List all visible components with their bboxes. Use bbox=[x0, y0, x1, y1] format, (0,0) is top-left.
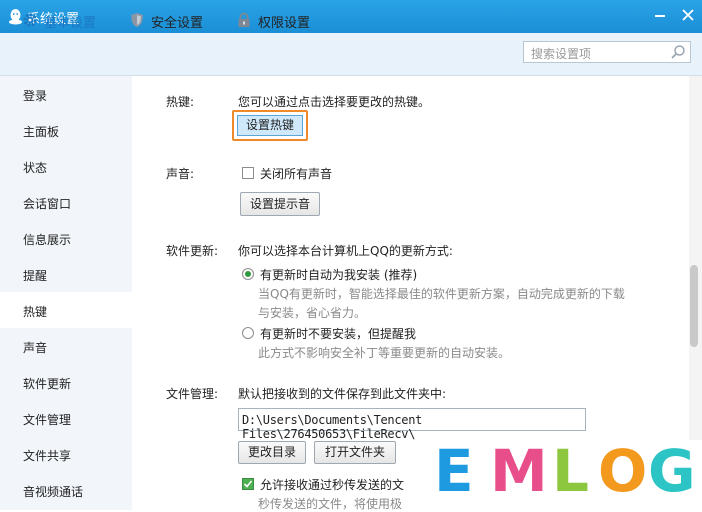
sidebar-item-main-panel[interactable]: 主面板 bbox=[0, 112, 132, 148]
search-placeholder: 搜索设置项 bbox=[531, 47, 592, 61]
sidebar-item-hotkey[interactable]: 热键 bbox=[0, 292, 132, 328]
sidebar-item-label: 热键 bbox=[23, 305, 48, 319]
qq-logo-icon bbox=[9, 9, 22, 25]
notify-only-label: 有更新时不要安装，但提醒我 bbox=[260, 327, 417, 341]
sidebar-item-sound[interactable]: 声音 bbox=[0, 328, 132, 364]
sidebar-item-label: 软件更新 bbox=[23, 377, 72, 391]
sidebar-item-chat-window[interactable]: 会话窗口 bbox=[0, 184, 132, 220]
hotkey-section-label: 热键: bbox=[166, 95, 195, 109]
emlog-watermark: E M L O G bbox=[410, 440, 702, 510]
hotkey-button-highlight: 设置热键 bbox=[232, 110, 308, 141]
search-icon[interactable] bbox=[670, 44, 686, 60]
file-management-description: 默认把接收到的文件保存到此文件夹中: bbox=[238, 387, 447, 401]
checkmark-icon bbox=[243, 480, 253, 488]
tab-label: 安全设置 bbox=[151, 16, 204, 31]
set-notification-sound-button[interactable]: 设置提示音 bbox=[240, 192, 320, 216]
minimize-icon[interactable] bbox=[652, 7, 668, 23]
auto-install-note-line1: 当QQ有更新时，智能选择最佳的软件更新方案，自动完成更新的下载 bbox=[258, 287, 625, 301]
sidebar-item-label: 音视频通话 bbox=[23, 485, 84, 499]
hotkey-description: 您可以通过点击选择要更改的热键。 bbox=[238, 95, 431, 109]
watermark-letter: G bbox=[648, 437, 696, 505]
scrollbar-thumb[interactable] bbox=[690, 265, 698, 347]
notify-only-note: 此方式不影响安全补丁等重要更新的自动安装。 bbox=[258, 346, 511, 360]
lock-icon bbox=[238, 12, 250, 27]
allow-fast-transfer-checkbox[interactable] bbox=[242, 478, 254, 490]
sidebar-item-status[interactable]: 状态 bbox=[0, 148, 132, 184]
sidebar-item-label: 会话窗口 bbox=[23, 197, 72, 211]
sidebar-item-reminder[interactable]: 提醒 bbox=[0, 256, 132, 292]
sidebar: 登录 主面板 状态 会话窗口 信息展示 提醒 热键 声音 软件更新 文件管理 文… bbox=[0, 76, 132, 510]
sidebar-item-login[interactable]: 登录 bbox=[0, 76, 132, 112]
receive-folder-path-field[interactable]: D:\Users\Documents\Tencent Files\2764506… bbox=[238, 408, 586, 441]
watermark-letter: L bbox=[552, 437, 589, 505]
sidebar-item-file-management[interactable]: 文件管理 bbox=[0, 400, 132, 436]
mute-all-label: 关闭所有声音 bbox=[260, 167, 333, 181]
sidebar-item-label: 文件共享 bbox=[23, 449, 72, 463]
auto-install-radio[interactable] bbox=[242, 268, 254, 280]
search-input[interactable]: 搜索设置项 bbox=[523, 41, 691, 63]
shield-icon bbox=[131, 13, 143, 27]
sidebar-item-label: 文件管理 bbox=[23, 413, 72, 427]
sidebar-item-label: 信息展示 bbox=[23, 233, 72, 247]
notify-only-radio[interactable] bbox=[242, 327, 254, 339]
tab-label: 权限设置 bbox=[258, 16, 311, 31]
watermark-letter: E bbox=[434, 437, 474, 505]
sidebar-item-info-display[interactable]: 信息展示 bbox=[0, 220, 132, 256]
fast-transfer-note: 秒传发送的文件，将使用极 bbox=[258, 497, 403, 511]
close-icon[interactable] bbox=[680, 7, 696, 23]
sidebar-item-label: 提醒 bbox=[23, 269, 48, 283]
sidebar-item-label: 登录 bbox=[23, 89, 48, 103]
auto-install-label: 有更新时自动为我安装 (推荐) bbox=[260, 268, 418, 282]
tab-label: 基本设置 bbox=[44, 16, 97, 31]
update-description: 你可以选择本台计算机上QQ的更新方式: bbox=[238, 244, 453, 258]
gear-icon bbox=[23, 13, 37, 27]
mute-all-checkbox[interactable] bbox=[242, 167, 254, 179]
change-directory-button[interactable]: 更改目录 bbox=[238, 441, 306, 464]
set-hotkey-button[interactable]: 设置热键 bbox=[237, 115, 303, 136]
sidebar-item-file-sharing[interactable]: 文件共享 bbox=[0, 436, 132, 472]
watermark-letter: O bbox=[598, 437, 648, 505]
file-management-section-label: 文件管理: bbox=[166, 387, 219, 401]
update-section-label: 软件更新: bbox=[166, 244, 219, 258]
sidebar-item-software-update[interactable]: 软件更新 bbox=[0, 364, 132, 400]
sidebar-item-label: 状态 bbox=[23, 161, 48, 175]
sidebar-item-label: 声音 bbox=[23, 341, 48, 355]
open-folder-button[interactable]: 打开文件夹 bbox=[314, 441, 396, 464]
sidebar-item-label: 主面板 bbox=[23, 125, 60, 139]
title-bar: 系统设置 bbox=[0, 0, 702, 33]
sidebar-item-av-call[interactable]: 音视频通话 bbox=[0, 472, 132, 508]
auto-install-note-line2: 与安装，省心省力。 bbox=[258, 306, 367, 320]
watermark-letter: M bbox=[490, 437, 548, 505]
sound-section-label: 声音: bbox=[166, 167, 195, 181]
allow-fast-transfer-label: 允许接收通过秒传发送的文 bbox=[260, 478, 405, 492]
